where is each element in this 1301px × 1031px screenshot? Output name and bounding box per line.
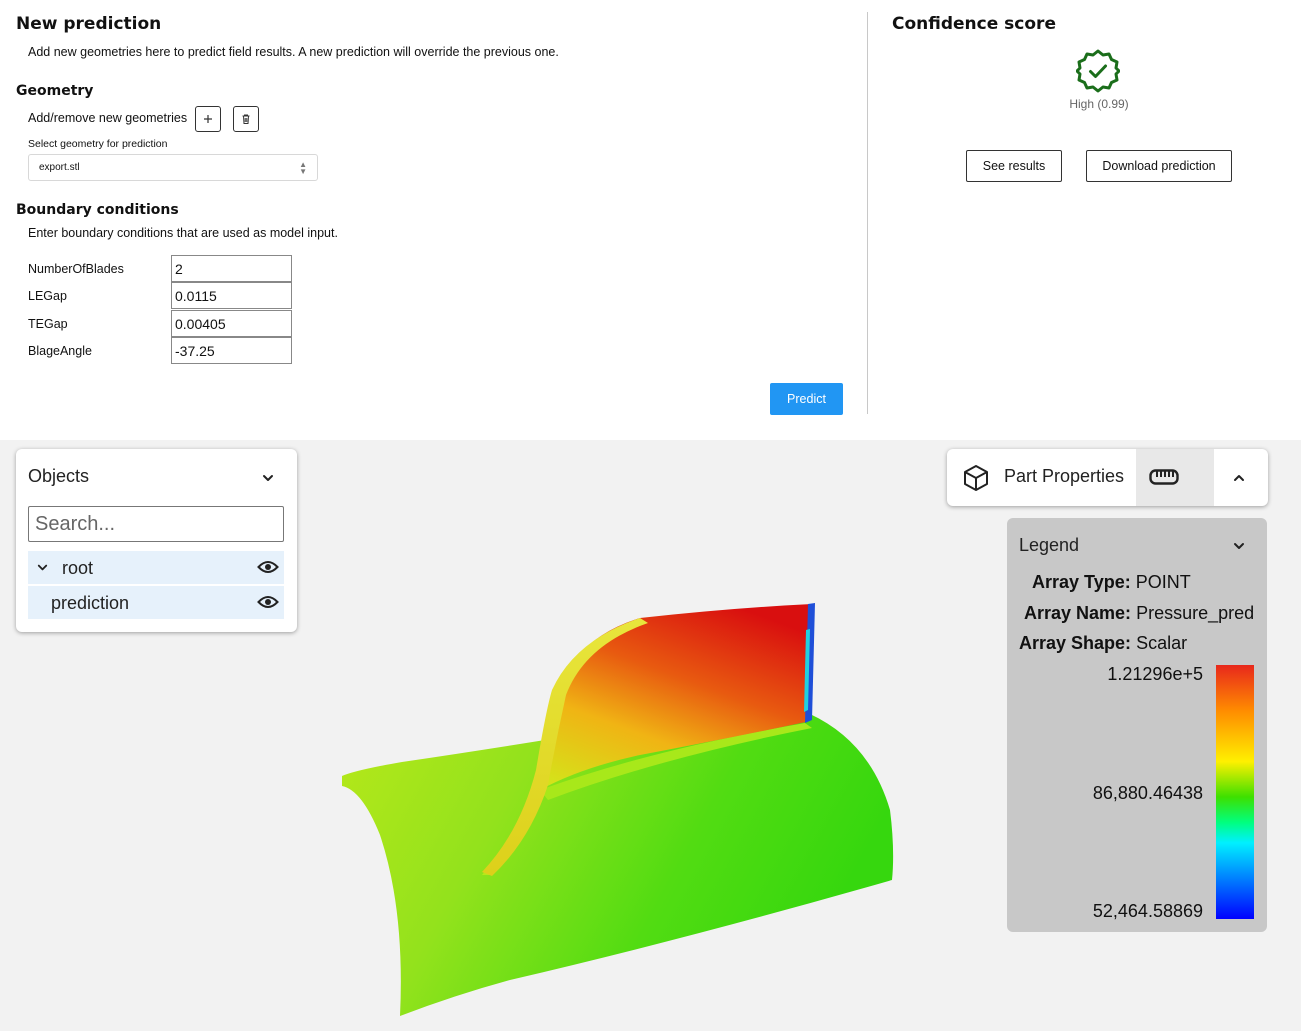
- legend-max-value: 1.21296e+5: [1107, 664, 1203, 684]
- measure-tab[interactable]: [1136, 449, 1214, 506]
- chevron-up-icon[interactable]: [1232, 471, 1246, 485]
- trash-icon: [242, 114, 250, 124]
- boundary-conditions-description: Enter boundary conditions that are used …: [28, 226, 338, 240]
- select-arrows-icon: ▲ ▼: [299, 160, 307, 176]
- confidence-score-value: High (0.99): [1069, 97, 1129, 111]
- prediction-form-area: New prediction Add new geometries here t…: [0, 0, 1301, 440]
- remove-geometry-button[interactable]: [233, 106, 259, 132]
- objects-panel: Objects root prediction: [16, 449, 297, 632]
- array-type-value: POINT: [1135, 572, 1191, 592]
- array-type-label: Array Type:: [1032, 572, 1131, 592]
- le-gap-input[interactable]: [171, 282, 292, 309]
- bc-label-number-of-blades: NumberOfBlades: [28, 262, 124, 276]
- ruler-icon: [1149, 469, 1179, 485]
- array-shape-label: Array Shape:: [1019, 633, 1132, 653]
- eye-icon[interactable]: [257, 559, 279, 575]
- verified-badge-icon: [1076, 49, 1120, 93]
- new-prediction-description: Add new geometries here to predict field…: [28, 45, 559, 59]
- new-prediction-title: New prediction: [16, 14, 162, 34]
- part-properties-title: Part Properties: [1004, 466, 1125, 486]
- boundary-conditions-title: Boundary conditions: [16, 202, 179, 218]
- bc-label-blage-angle: BlageAngle: [28, 344, 92, 358]
- select-geometry-label: Select geometry for prediction: [28, 138, 168, 150]
- legend-array-type: Array Type: POINT: [1032, 572, 1191, 593]
- array-name-label: Array Name:: [1024, 603, 1132, 623]
- blage-angle-input[interactable]: [171, 337, 292, 364]
- chevron-down-icon[interactable]: [1232, 539, 1246, 553]
- 3d-viewer[interactable]: Objects root prediction Part: [0, 440, 1301, 1031]
- legend-mid-value: 86,880.46438: [1092, 783, 1203, 803]
- see-results-button[interactable]: See results: [966, 150, 1062, 182]
- legend-panel: Legend Array Type: POINT Array Name: Pre…: [1007, 518, 1267, 932]
- bc-label-le-gap: LEGap: [28, 289, 67, 303]
- add-geometry-button[interactable]: [195, 106, 221, 132]
- tree-item-label: prediction: [51, 593, 130, 613]
- chevron-down-icon[interactable]: [36, 561, 49, 574]
- tree-item-prediction[interactable]: prediction: [28, 586, 284, 619]
- legend-colorbar: [1216, 665, 1254, 919]
- te-gap-input[interactable]: [171, 310, 292, 337]
- array-shape-value: Scalar: [1136, 633, 1188, 653]
- section-divider: [867, 12, 868, 414]
- add-remove-geometries-label: Add/remove new geometries: [28, 111, 188, 125]
- objects-panel-title: Objects: [28, 466, 90, 486]
- tree-item-label: root: [62, 558, 94, 578]
- legend-min-value: 52,464.58869: [1092, 901, 1203, 921]
- tree-item-root[interactable]: root: [28, 551, 284, 584]
- legend-array-shape: Array Shape: Scalar: [1019, 633, 1187, 654]
- confidence-score-title: Confidence score: [892, 14, 1056, 34]
- plus-icon: [204, 115, 212, 123]
- part-properties-panel: Part Properties: [947, 449, 1268, 506]
- legend-array-name: Array Name: Pressure_pred: [1024, 603, 1254, 624]
- predict-button[interactable]: Predict: [770, 383, 843, 415]
- cube-icon: [964, 465, 988, 491]
- legend-title: Legend: [1019, 535, 1080, 555]
- geometry-select-value: export.stl: [39, 162, 80, 173]
- geometry-select[interactable]: export.stl ▲ ▼: [28, 154, 318, 181]
- objects-search-input[interactable]: [28, 506, 284, 542]
- bc-label-te-gap: TEGap: [28, 317, 68, 331]
- array-name-value: Pressure_pred: [1136, 603, 1255, 623]
- download-prediction-button[interactable]: Download prediction: [1086, 150, 1232, 182]
- chevron-down-icon[interactable]: [261, 471, 275, 485]
- number-of-blades-input[interactable]: [171, 255, 292, 282]
- eye-icon[interactable]: [257, 594, 279, 610]
- geometry-title: Geometry: [16, 83, 94, 99]
